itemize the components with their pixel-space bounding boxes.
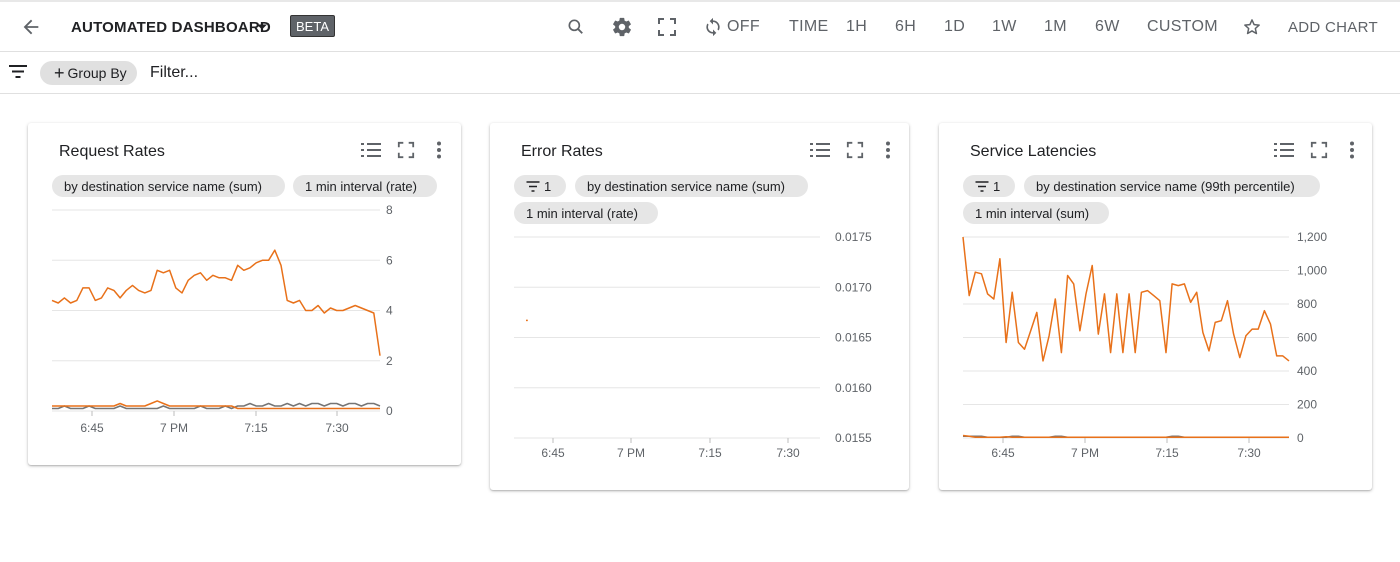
y-tick-label: 1,200 — [1297, 230, 1327, 244]
legend-list-icon[interactable] — [360, 142, 382, 163]
fullscreen-icon[interactable] — [846, 141, 864, 164]
service-latencies-plot: 0 200 400 600 800 1,000 1,200 6:45 7 PM 7:15 7:30 — [962, 230, 1327, 460]
top-toolbar: AUTOMATED DASHBOARD BETA OFF TIME 1H 6H … — [0, 0, 1400, 52]
x-tick-label: 7:30 — [776, 446, 800, 460]
star-icon[interactable] — [1242, 2, 1262, 52]
y-tick-label: 0.0155 — [835, 431, 872, 445]
more-vert-icon[interactable] — [436, 141, 442, 164]
x-tick-label: 7:30 — [1237, 446, 1261, 460]
chart-card-error-rates: Error Rates 1 by destination service nam… — [490, 123, 909, 490]
range-1d-button[interactable]: 1D — [944, 2, 965, 52]
add-chart-button[interactable]: ADD CHART — [1288, 2, 1378, 52]
x-tick-label: 6:45 — [541, 446, 565, 460]
interval-chip[interactable]: 1 min interval (rate) — [514, 202, 658, 224]
error-rates-plot: 0.0155 0.0160 0.0165 0.0170 0.0175 6:45 7 PM 7:… — [514, 230, 872, 460]
search-icon[interactable] — [566, 2, 586, 52]
filter-list-icon — [975, 180, 989, 192]
request-rates-plot: 0 2 4 6 8 6:45 7 PM 7:15 7:30 — [51, 203, 393, 435]
fullscreen-icon[interactable] — [657, 2, 677, 52]
chart-card-request-rates: Request Rates by destination service nam… — [28, 123, 461, 465]
filter-count: 1 — [993, 178, 1001, 194]
filter-bar: + Group By — [0, 52, 1400, 94]
filter-list-icon — [526, 180, 540, 192]
x-tick-label: 7 PM — [617, 446, 645, 460]
y-tick-label: 0 — [1297, 431, 1304, 445]
aggregation-chip[interactable]: by destination service name (sum) — [575, 175, 808, 197]
y-tick-label: 800 — [1297, 297, 1317, 311]
interval-chip[interactable]: 1 min interval (sum) — [963, 202, 1109, 224]
filter-count-chip[interactable]: 1 — [514, 175, 566, 197]
back-arrow-icon[interactable] — [18, 2, 44, 52]
fullscreen-icon[interactable] — [1310, 141, 1328, 164]
legend-list-icon[interactable] — [809, 142, 831, 163]
y-tick-label: 600 — [1297, 331, 1317, 345]
group-by-button[interactable]: + Group By — [40, 61, 137, 85]
y-tick-label: 200 — [1297, 398, 1317, 412]
y-tick-label: 0 — [386, 404, 393, 418]
dashboard-title[interactable]: AUTOMATED DASHBOARD — [71, 2, 271, 52]
range-6w-button[interactable]: 6W — [1095, 2, 1120, 52]
y-tick-label: 400 — [1297, 364, 1317, 378]
series-line — [52, 400, 380, 410]
range-1h-button[interactable]: 1H — [846, 2, 867, 52]
y-tick-label: 0.0160 — [835, 381, 872, 395]
x-tick-label: 7:15 — [244, 421, 268, 435]
y-tick-label: 0.0170 — [835, 280, 872, 294]
refresh-toggle-button[interactable]: OFF — [727, 2, 760, 52]
x-tick-label: 7:15 — [698, 446, 722, 460]
beta-badge: BETA — [290, 15, 335, 37]
filter-count: 1 — [544, 178, 552, 194]
x-tick-label: 7 PM — [160, 421, 188, 435]
x-tick-label: 7 PM — [1071, 446, 1099, 460]
x-tick-label: 7:15 — [1155, 446, 1179, 460]
y-tick-label: 0.0165 — [835, 331, 872, 345]
more-vert-icon[interactable] — [885, 141, 891, 164]
range-custom-button[interactable]: CUSTOM — [1147, 2, 1218, 52]
y-tick-label: 4 — [386, 304, 393, 318]
series-line — [51, 249, 381, 356]
series-line — [962, 236, 1290, 362]
plus-icon: + — [54, 63, 65, 83]
interval-chip[interactable]: 1 min interval (rate) — [293, 175, 437, 197]
card-title: Error Rates — [521, 143, 603, 160]
aggregation-chip[interactable]: by destination service name (99th percen… — [1024, 175, 1320, 197]
y-tick-label: 6 — [386, 253, 393, 267]
x-tick-label: 6:45 — [80, 421, 104, 435]
fullscreen-icon[interactable] — [397, 141, 415, 164]
filter-list-icon[interactable] — [8, 64, 28, 85]
aggregation-chip[interactable]: by destination service name (sum) — [52, 175, 285, 197]
range-1w-button[interactable]: 1W — [992, 2, 1017, 52]
card-title: Service Latencies — [970, 143, 1097, 160]
chart-card-service-latencies: Service Latencies 1 by destination servi… — [939, 123, 1372, 490]
x-tick-label: 6:45 — [991, 446, 1015, 460]
legend-list-icon[interactable] — [1273, 142, 1295, 163]
filter-input[interactable] — [150, 60, 450, 86]
range-1m-button[interactable]: 1M — [1044, 2, 1067, 52]
y-tick-label: 2 — [386, 354, 393, 368]
card-title: Request Rates — [59, 143, 165, 160]
y-tick-label: 0.0175 — [835, 230, 872, 244]
refresh-icon[interactable] — [703, 2, 723, 52]
group-by-label: Group By — [67, 65, 127, 81]
more-vert-icon[interactable] — [1349, 141, 1355, 164]
time-button[interactable]: TIME — [789, 2, 828, 52]
filter-count-chip[interactable]: 1 — [963, 175, 1015, 197]
y-tick-label: 1,000 — [1297, 264, 1327, 278]
gear-icon[interactable] — [611, 2, 633, 52]
caret-down-icon[interactable] — [256, 2, 268, 52]
y-tick-label: 8 — [386, 203, 393, 217]
x-tick-label: 7:30 — [325, 421, 349, 435]
range-6h-button[interactable]: 6H — [895, 2, 916, 52]
